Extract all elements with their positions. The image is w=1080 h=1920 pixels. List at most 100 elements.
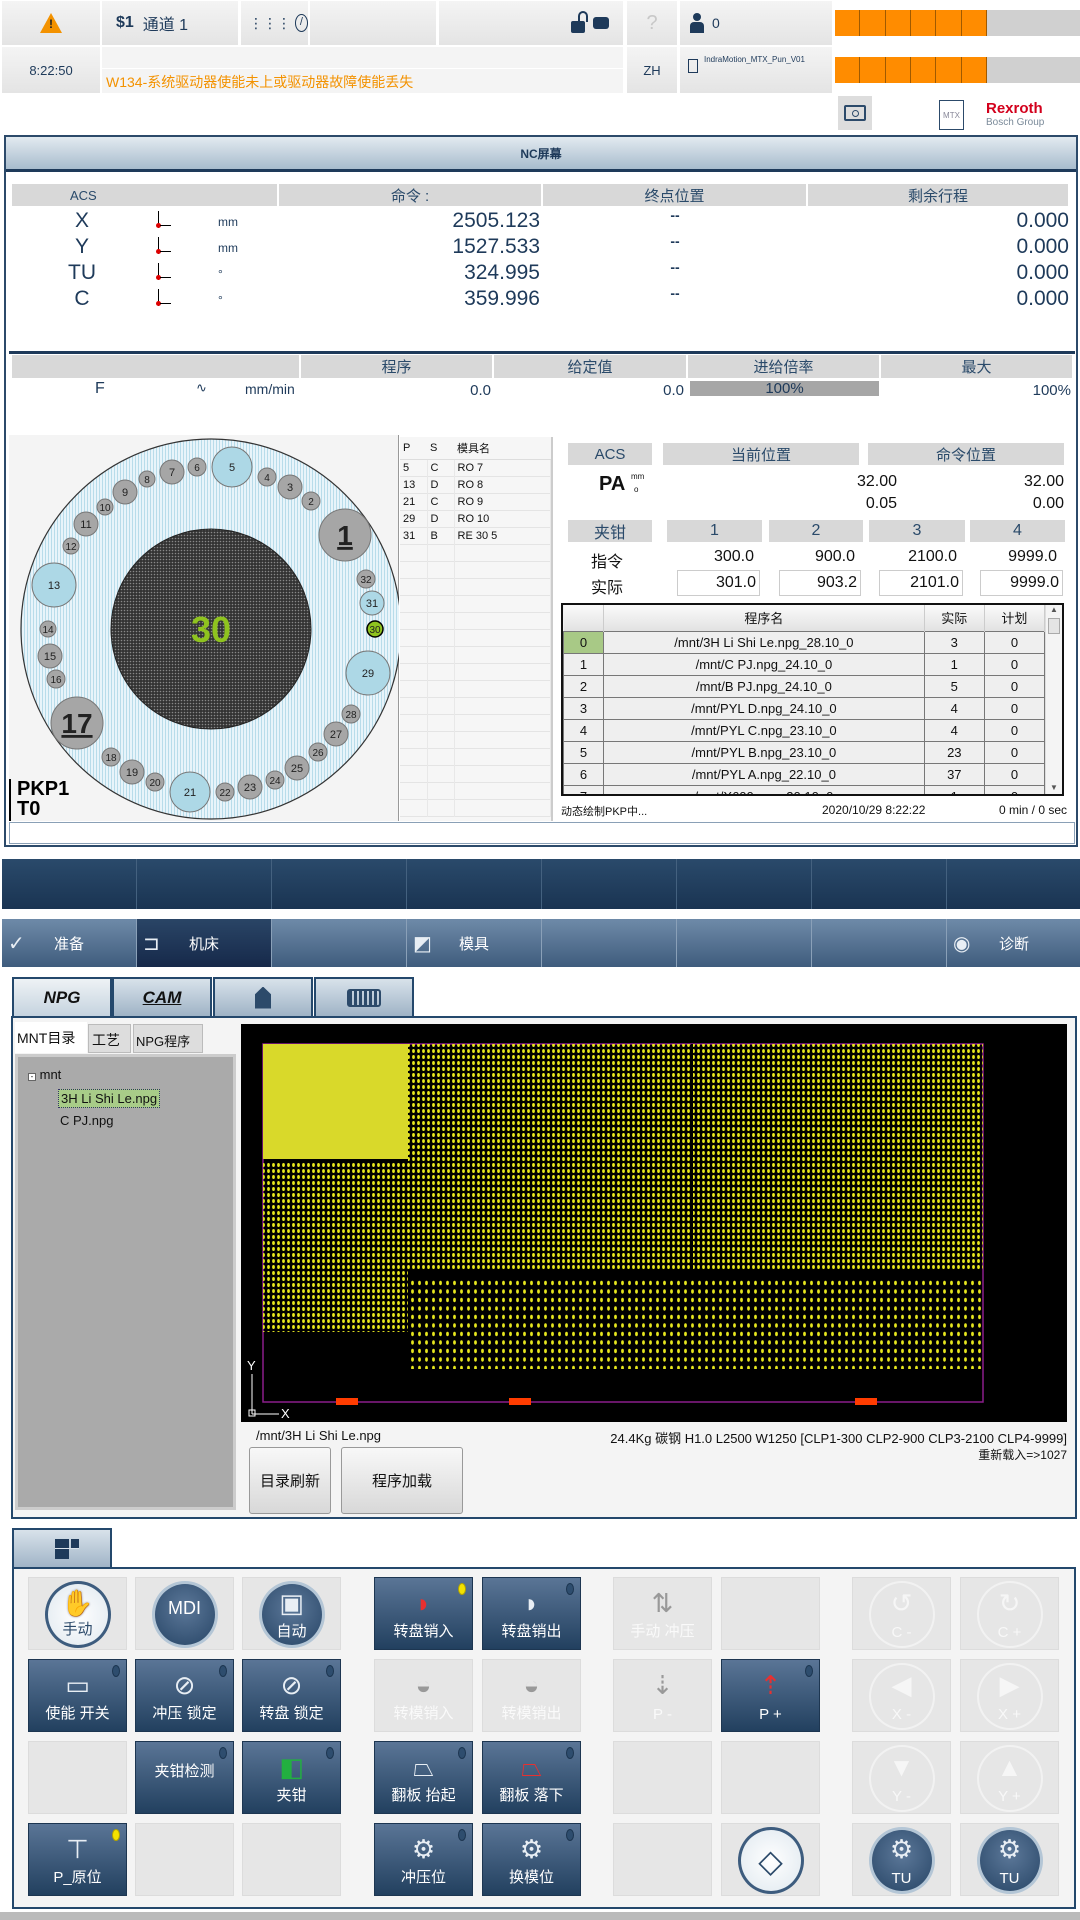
user-button[interactable]: 0: [680, 1, 832, 45]
channel-selector[interactable]: $1 通道 1: [102, 1, 238, 45]
main-tab-blank[interactable]: [812, 919, 947, 967]
program-row[interactable]: 7/mnt/X600.npg_20.10_0 1 0: [563, 784, 1046, 794]
softkey[interactable]: [947, 859, 1080, 909]
tree-item-selected[interactable]: 3H Li Shi Le.npg: [58, 1089, 161, 1108]
button-翻板-抬起[interactable]: ⏢ 翻板 抬起: [374, 1741, 473, 1814]
button-P-+[interactable]: ⇡ P +: [721, 1659, 820, 1732]
tab-npg[interactable]: NPG: [12, 977, 112, 1016]
tool-row[interactable]: [400, 578, 551, 595]
program-row[interactable]: 1/mnt/C PJ.npg_24.10_0 1 0: [563, 652, 1046, 676]
tool-row[interactable]: [400, 612, 551, 629]
softkey[interactable]: [542, 859, 677, 909]
button-转盘-锁定[interactable]: ⊘ 转盘 锁定: [242, 1659, 341, 1732]
subtab-npg-program[interactable]: NPG程序: [133, 1024, 203, 1053]
button-冲压位[interactable]: ⚙ 冲压位: [374, 1823, 473, 1896]
language-button[interactable]: ZH: [627, 47, 677, 93]
button-手动-冲压[interactable]: ⇅ 手动 冲压: [613, 1577, 712, 1650]
tool-row[interactable]: [400, 680, 551, 697]
button-转盘销出[interactable]: ◗ 转盘销出: [482, 1577, 581, 1650]
softkey[interactable]: [677, 859, 812, 909]
collapse-icon[interactable]: -: [28, 1073, 36, 1081]
tree-root[interactable]: - mnt: [28, 1067, 61, 1082]
cycle-start-button[interactable]: ◇: [721, 1823, 820, 1896]
main-tab-machine[interactable]: ⊐ 机床: [137, 919, 272, 967]
tool-row[interactable]: [400, 595, 551, 612]
button-夹钳检测[interactable]: 夹钳检测: [135, 1741, 234, 1814]
button-Y-+[interactable]: ▲ Y +: [960, 1741, 1059, 1814]
tool-row[interactable]: [400, 663, 551, 680]
load-program-button[interactable]: 程序加载: [341, 1447, 463, 1514]
tool-row[interactable]: [400, 731, 551, 748]
main-tab-blank[interactable]: [677, 919, 812, 967]
program-row[interactable]: 4/mnt/PYL C.npg_23.10_0 4 0: [563, 718, 1046, 742]
tool-row[interactable]: [400, 697, 551, 714]
tool-row[interactable]: [400, 714, 551, 731]
button-TU[interactable]: ⚙ TU: [960, 1823, 1059, 1896]
button-Y--[interactable]: ▼ Y -: [852, 1741, 951, 1814]
button-C--[interactable]: ↺ C -: [852, 1577, 951, 1650]
button-P_原位[interactable]: ⊤ P_原位: [28, 1823, 127, 1896]
button-转模销入[interactable]: ◒ 转模销入: [374, 1659, 473, 1732]
main-tab-blank[interactable]: [272, 919, 407, 967]
program-row[interactable]: 3/mnt/PYL D.npg_24.10_0 4 0: [563, 696, 1046, 720]
tool-row[interactable]: [400, 765, 551, 782]
message-area[interactable]: W134-系统驱动器使能未上或驱动器故障使能丢失: [102, 47, 623, 93]
button-手动[interactable]: ✋ 手动: [28, 1577, 127, 1650]
tool-row[interactable]: [400, 646, 551, 663]
tool-row[interactable]: [400, 782, 551, 799]
scroll-down-icon[interactable]: ▼: [1046, 783, 1062, 792]
program-row[interactable]: 6/mnt/PYL A.npg_22.10_0 37 0: [563, 762, 1046, 786]
screenshot-button[interactable]: [838, 96, 872, 130]
tree-item[interactable]: C PJ.npg: [60, 1113, 113, 1128]
softkey[interactable]: [812, 859, 947, 909]
main-tab-tool[interactable]: ◩ 模具: [407, 919, 542, 967]
tool-row[interactable]: 29 D RO 10: [400, 510, 551, 527]
feed-override-bar[interactable]: 100%: [690, 381, 879, 396]
tool-row[interactable]: 31 B RE 30 5: [400, 527, 551, 544]
tool-row[interactable]: [400, 748, 551, 765]
button-换模位[interactable]: ⚙ 换模位: [482, 1823, 581, 1896]
softkey[interactable]: [2, 859, 137, 909]
tab-keyboard[interactable]: [314, 977, 414, 1016]
button-夹钳[interactable]: ◧ 夹钳: [242, 1741, 341, 1814]
tool-row[interactable]: 5 C RO 7: [400, 459, 551, 476]
tool-row[interactable]: 13 D RO 8: [400, 476, 551, 493]
button-TU[interactable]: ⚙ TU: [852, 1823, 951, 1896]
tool-row[interactable]: 21 C RO 9: [400, 493, 551, 510]
tool-row[interactable]: [400, 544, 551, 561]
project-info[interactable]: IndraMotion_MTX_Pun_V01: [680, 47, 832, 93]
softkey[interactable]: [407, 859, 542, 909]
softkey[interactable]: [137, 859, 272, 909]
button-C-+[interactable]: ↻ C +: [960, 1577, 1059, 1650]
tool-row[interactable]: [400, 629, 551, 646]
program-scrollbar[interactable]: ▲ ▼: [1045, 605, 1062, 794]
tool-row[interactable]: [400, 799, 551, 816]
softkey[interactable]: [272, 859, 407, 909]
tool-row[interactable]: [400, 561, 551, 578]
main-tab-check[interactable]: ✓ 准备: [2, 919, 137, 967]
alarm-button[interactable]: !: [2, 1, 100, 45]
main-tab-blank[interactable]: [542, 919, 677, 967]
scroll-thumb[interactable]: [1048, 618, 1060, 634]
tab-cam[interactable]: CAM: [112, 977, 212, 1016]
subtab-mnt[interactable]: MNT目录: [15, 1022, 87, 1053]
program-row[interactable]: 0/mnt/3H Li Shi Le.npg_28.10_0 3 0: [563, 630, 1046, 654]
tab-home[interactable]: [213, 977, 313, 1016]
button-转盘销入[interactable]: ◗ 转盘销入: [374, 1577, 473, 1650]
button-翻板-落下[interactable]: ⏢ 翻板 落下: [482, 1741, 581, 1814]
tab-control-panel[interactable]: [12, 1528, 112, 1568]
button-P--[interactable]: ⇣ P -: [613, 1659, 712, 1732]
main-tab-eye[interactable]: ◉ 诊断: [947, 919, 1080, 967]
lock-status[interactable]: [439, 1, 623, 45]
subtab-process[interactable]: 工艺: [88, 1024, 131, 1053]
refresh-directory-button[interactable]: 目录刷新: [249, 1447, 331, 1514]
help-button[interactable]: ?: [627, 1, 677, 45]
button-自动[interactable]: ▣ 自动: [242, 1577, 341, 1650]
button-转模销出[interactable]: ◒ 转模销出: [482, 1659, 581, 1732]
file-tree[interactable]: - mnt 3H Li Shi Le.npg C PJ.npg: [15, 1054, 236, 1510]
button-X--[interactable]: ◀ X -: [852, 1659, 951, 1732]
program-row[interactable]: 2/mnt/B PJ.npg_24.10_0 5 0: [563, 674, 1046, 698]
button-X-+[interactable]: ▶ X +: [960, 1659, 1059, 1732]
scroll-up-icon[interactable]: ▲: [1046, 605, 1062, 614]
button-使能-开关[interactable]: ▭ 使能 开关: [28, 1659, 127, 1732]
